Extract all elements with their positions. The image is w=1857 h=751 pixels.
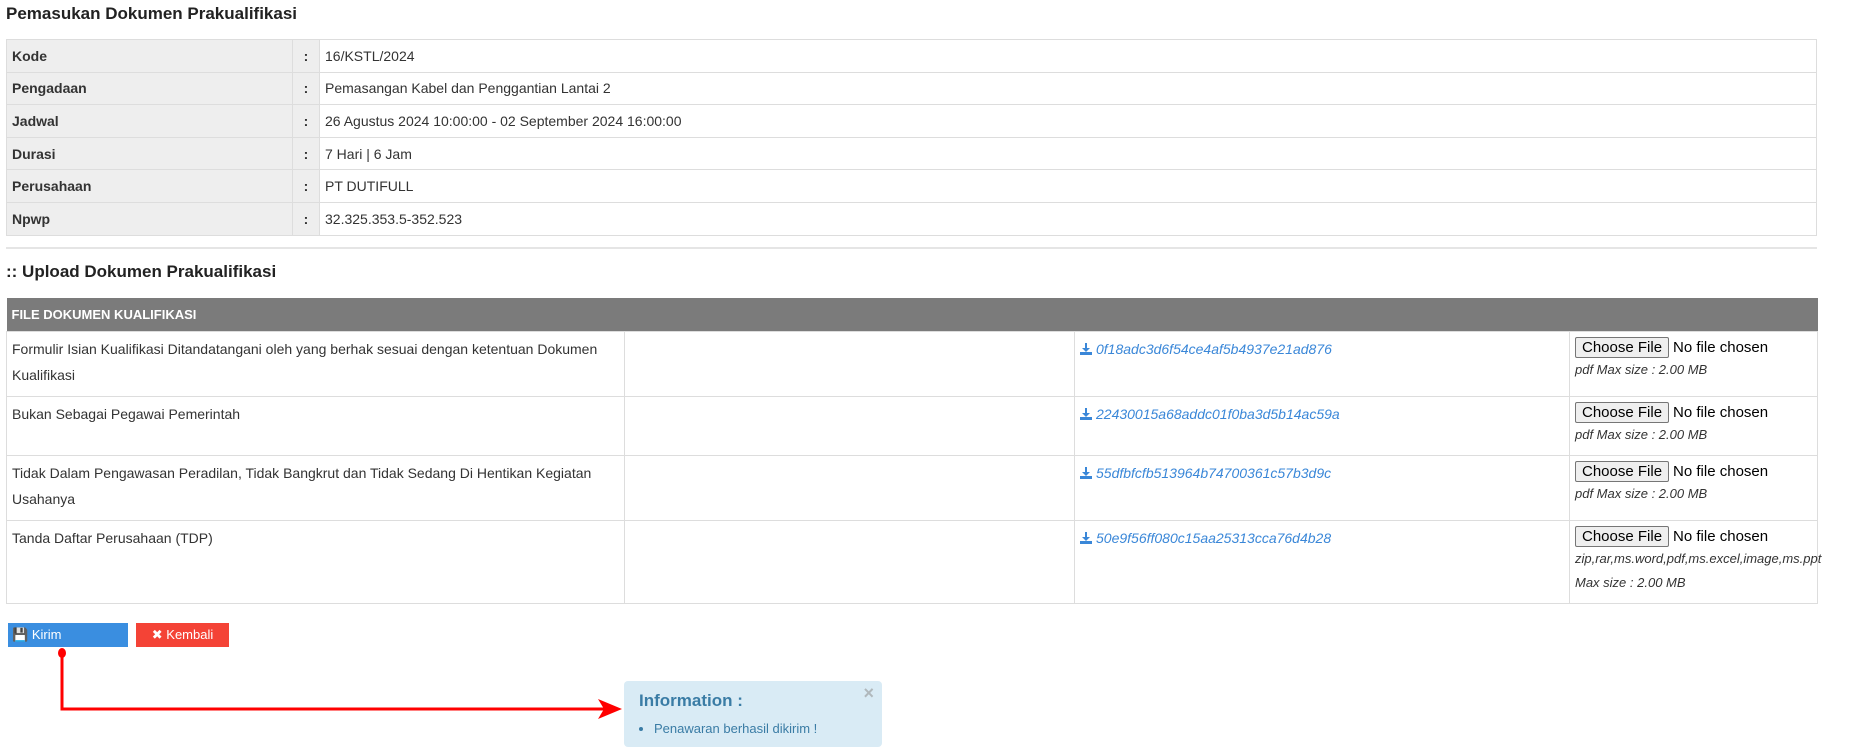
alert-close-icon[interactable]: ×: [863, 683, 874, 704]
annotation-arrow: [58, 648, 622, 719]
alert-title: Information :: [639, 691, 743, 710]
alert-message: Penawaran berhasil dikirim !: [654, 721, 817, 736]
info-alert: Information : × Penawaran berhasil dikir…: [624, 681, 882, 747]
